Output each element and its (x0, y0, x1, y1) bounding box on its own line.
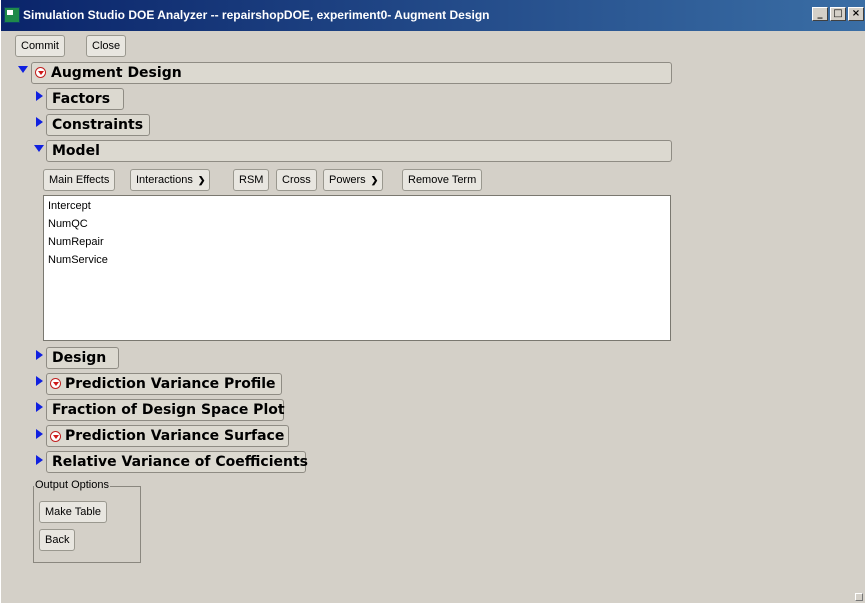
main-effects-button[interactable]: Main Effects (43, 169, 116, 191)
model-label: Model (52, 143, 100, 159)
output-options-legend: Output Options (34, 479, 110, 491)
prediction-variance-profile-menu-icon[interactable] (50, 378, 61, 389)
relative-variance-coefficients-label: Relative Variance of Coefficients (52, 454, 308, 470)
interactions-dropdown[interactable]: Interactions ❯ (130, 169, 211, 191)
title-bar: Simulation Studio DOE Analyzer -- repair… (1, 0, 865, 31)
prediction-variance-profile-label: Prediction Variance Profile (65, 376, 276, 392)
powers-dropdown[interactable]: Powers ❯ (323, 169, 384, 191)
fraction-design-space-disclosure-icon[interactable] (36, 402, 43, 412)
factors-label: Factors (52, 91, 111, 107)
remove-term-button[interactable]: Remove Term (402, 169, 483, 191)
prediction-variance-surface-label: Prediction Variance Surface (65, 428, 285, 444)
constraints-disclosure-icon[interactable] (36, 117, 43, 127)
model-terms-list[interactable]: Intercept NumQC NumRepair NumService (43, 195, 671, 341)
simulation-studio-icon (4, 7, 20, 23)
design-disclosure-icon[interactable] (36, 350, 43, 360)
close-button[interactable]: Close (86, 35, 127, 57)
maximize-button[interactable]: □ (830, 7, 846, 21)
list-item[interactable]: Intercept (48, 200, 91, 212)
augment-design-label: Augment Design (51, 65, 182, 81)
powers-label: Powers (329, 174, 366, 186)
chevron-down-icon: ❯ (197, 175, 206, 185)
back-button[interactable]: Back (39, 529, 76, 551)
resize-grip[interactable] (855, 593, 863, 601)
prediction-variance-surface-disclosure-icon[interactable] (36, 429, 43, 439)
relative-variance-coefficients-disclosure-icon[interactable] (36, 455, 43, 465)
list-item[interactable]: NumService (48, 254, 108, 266)
prediction-variance-surface-menu-icon[interactable] (50, 431, 61, 442)
commit-button[interactable]: Commit (15, 35, 65, 57)
close-window-button[interactable]: × (848, 7, 864, 21)
model-outline[interactable] (46, 140, 672, 162)
prediction-variance-profile-disclosure-icon[interactable] (36, 376, 43, 386)
window-title: Simulation Studio DOE Analyzer -- repair… (23, 8, 490, 22)
minimize-button[interactable]: _ (812, 7, 828, 21)
interactions-label: Interactions (136, 174, 193, 186)
list-item[interactable]: NumRepair (48, 236, 104, 248)
cross-button[interactable]: Cross (276, 169, 317, 191)
augment-design-menu-icon[interactable] (35, 67, 46, 78)
fraction-design-space-label: Fraction of Design Space Plot (52, 402, 285, 418)
list-item[interactable]: NumQC (48, 218, 88, 230)
constraints-label: Constraints (52, 117, 144, 133)
rsm-button[interactable]: RSM (233, 169, 270, 191)
augment-design-disclosure-icon[interactable] (18, 66, 28, 73)
chevron-down-icon: ❯ (370, 175, 379, 185)
output-options-group (33, 486, 141, 563)
factors-disclosure-icon[interactable] (36, 91, 43, 101)
doe-analyzer-window: Simulation Studio DOE Analyzer -- repair… (0, 0, 865, 603)
design-label: Design (52, 350, 107, 366)
model-disclosure-icon[interactable] (34, 145, 44, 152)
make-table-button[interactable]: Make Table (39, 501, 108, 523)
